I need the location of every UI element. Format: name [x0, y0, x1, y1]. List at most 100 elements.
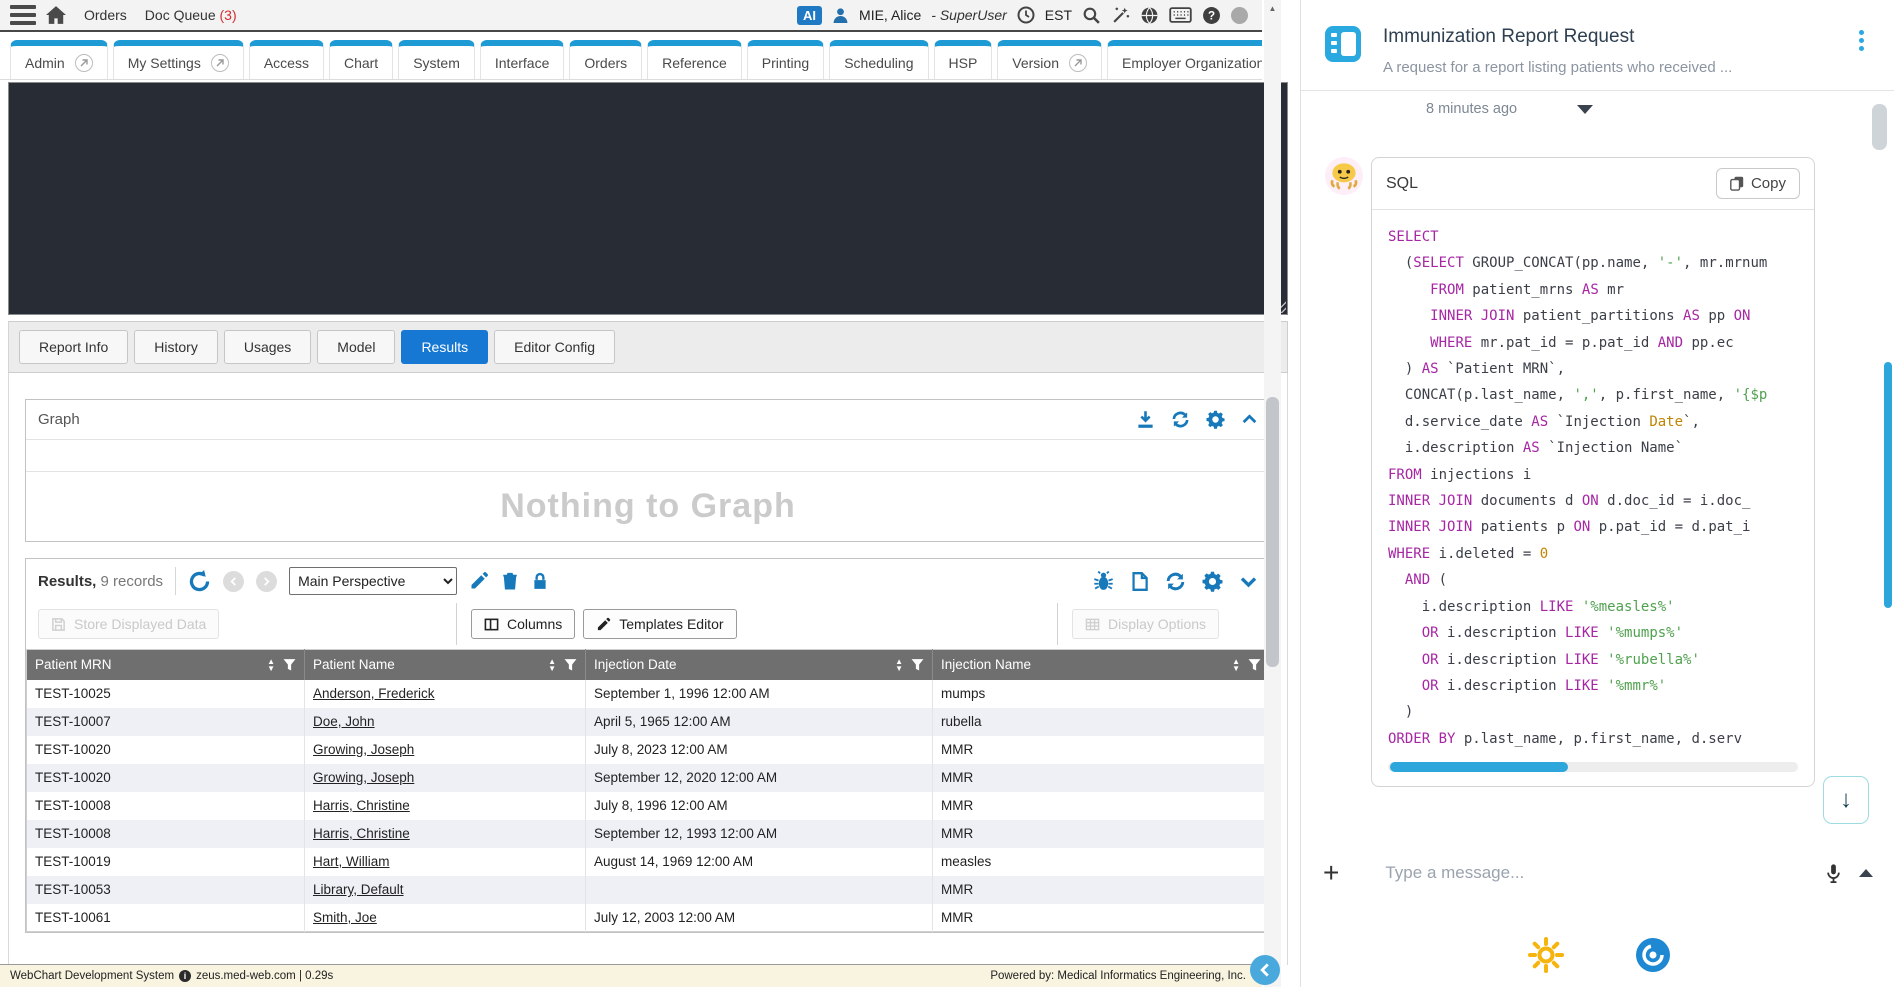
tab-editor-config[interactable]: Editor Config: [494, 330, 615, 364]
results-settings-icon[interactable]: [1202, 571, 1223, 592]
nav-tab-my-settings[interactable]: My Settings: [113, 40, 244, 79]
external-link-icon[interactable]: [75, 54, 93, 72]
add-attachment-button[interactable]: +: [1323, 859, 1339, 887]
templates-editor-button[interactable]: Templates Editor: [583, 609, 736, 639]
undo-icon[interactable]: [188, 570, 211, 593]
collapse-thread-icon[interactable]: [1577, 105, 1593, 114]
store-displayed-data-button[interactable]: Store Displayed Data: [38, 609, 219, 639]
chat-menu-icon[interactable]: [1853, 26, 1870, 76]
nav-tab-employer-organizations[interactable]: Employer Organizations: [1107, 40, 1262, 79]
tab-usages[interactable]: Usages: [224, 330, 311, 364]
column-header-patient-mrn[interactable]: Patient MRN ▲▼: [27, 650, 305, 680]
prev-page-button[interactable]: [223, 571, 244, 592]
nav-tab-chart[interactable]: Chart: [329, 40, 393, 79]
scrollbar-up-arrow[interactable]: ▲: [1264, 0, 1281, 17]
display-options-label: Display Options: [1108, 616, 1206, 632]
filter-icon[interactable]: [1248, 658, 1261, 671]
patient-name-link[interactable]: Growing, Joseph: [313, 770, 414, 785]
report-editor-area[interactable]: [8, 82, 1288, 315]
external-link-icon[interactable]: [211, 54, 229, 72]
patient-name-link[interactable]: Harris, Christine: [313, 798, 410, 813]
sort-icon[interactable]: ▲▼: [1232, 658, 1240, 672]
nav-tab-reference[interactable]: Reference: [647, 40, 742, 79]
lock-icon[interactable]: [531, 571, 549, 591]
patient-name-link[interactable]: Anderson, Frederick: [313, 686, 435, 701]
chat-scrollbar-thumb[interactable]: [1884, 362, 1892, 608]
delete-perspective-icon[interactable]: [501, 571, 519, 591]
doc-queue-label: Doc Queue: [145, 7, 216, 23]
nav-tab-admin[interactable]: Admin: [10, 40, 108, 79]
hamburger-menu-icon[interactable]: [10, 5, 36, 25]
copy-button[interactable]: Copy: [1716, 168, 1800, 199]
globe-icon[interactable]: [1140, 6, 1159, 25]
chat-panel-toggle-button[interactable]: [1250, 955, 1280, 985]
expand-results-icon[interactable]: [1239, 572, 1258, 591]
nav-tab-interface[interactable]: Interface: [480, 40, 564, 79]
scroll-to-bottom-button[interactable]: ↓: [1823, 776, 1869, 824]
magic-wand-icon[interactable]: [1111, 6, 1130, 25]
nav-tab-access[interactable]: Access: [249, 40, 324, 79]
next-page-button[interactable]: [256, 571, 277, 592]
collapse-panel-icon[interactable]: [1241, 411, 1258, 428]
tab-results[interactable]: Results: [401, 330, 488, 364]
home-icon[interactable]: [46, 6, 66, 24]
sql-horizontal-scrollbar[interactable]: [1388, 762, 1798, 772]
sql-code[interactable]: SELECT (SELECT GROUP_CONCAT(pp.name, '-'…: [1372, 210, 1814, 752]
gear-icon[interactable]: [1206, 410, 1225, 429]
cell-patient-name: Anderson, Frederick: [305, 680, 586, 708]
tab-model[interactable]: Model: [317, 330, 395, 364]
nav-tab-version[interactable]: Version: [997, 40, 1102, 79]
column-header-injection-date[interactable]: Injection Date ▲▼: [586, 650, 933, 680]
message-input[interactable]: [1383, 862, 1814, 884]
search-icon[interactable]: [1082, 6, 1101, 25]
patient-name-link[interactable]: Hart, William: [313, 854, 390, 869]
code-line: WHERE mr.pat_id = p.pat_id AND pp.ec: [1388, 330, 1814, 356]
column-header-injection-name[interactable]: Injection Name ▲▼: [933, 650, 1270, 680]
user-name[interactable]: MIE, Alice: [859, 7, 921, 23]
keyboard-icon[interactable]: [1169, 7, 1192, 23]
columns-button[interactable]: Columns: [471, 609, 575, 639]
patient-name-link[interactable]: Library, Default: [313, 882, 404, 897]
perspective-select[interactable]: Main Perspective: [289, 567, 457, 595]
sort-icon[interactable]: ▲▼: [267, 658, 275, 672]
panel-tabs: Report InfoHistoryUsagesModelResultsEdit…: [8, 321, 1288, 373]
nav-tab-orders[interactable]: Orders: [569, 40, 642, 79]
panel-scrollbar-thumb[interactable]: [1872, 104, 1887, 150]
info-icon[interactable]: i: [179, 970, 191, 982]
sort-icon[interactable]: ▲▼: [548, 658, 556, 672]
column-header-patient-name[interactable]: Patient Name ▲▼: [305, 650, 586, 680]
code-line: CONCAT(p.last_name, ',', p.first_name, '…: [1388, 382, 1814, 408]
patient-name-link[interactable]: Growing, Joseph: [313, 742, 414, 757]
filter-icon[interactable]: [283, 658, 296, 671]
sort-icon[interactable]: ▲▼: [895, 658, 903, 672]
refresh-icon[interactable]: [1171, 410, 1190, 429]
timezone-label[interactable]: EST: [1045, 7, 1072, 23]
nav-tab-printing[interactable]: Printing: [747, 40, 824, 79]
nav-tab-hsp[interactable]: HSP: [934, 40, 993, 79]
external-link-icon[interactable]: [1069, 54, 1087, 72]
patient-name-link[interactable]: Doe, John: [313, 714, 375, 729]
microphone-icon[interactable]: [1824, 863, 1843, 884]
patient-name-link[interactable]: Smith, Joe: [313, 910, 377, 925]
collapse-input-icon[interactable]: [1859, 869, 1873, 877]
breadcrumb-orders[interactable]: Orders: [84, 7, 127, 23]
nav-tab-system[interactable]: System: [398, 40, 475, 79]
help-icon[interactable]: ?: [1202, 6, 1221, 25]
app-scrollbar[interactable]: ▲: [1264, 0, 1281, 987]
tab-report-info[interactable]: Report Info: [19, 330, 128, 364]
scrollbar-thumb[interactable]: [1266, 397, 1279, 667]
ai-badge[interactable]: AI: [797, 6, 822, 25]
refresh-results-icon[interactable]: [1165, 571, 1186, 592]
nav-tab-scheduling[interactable]: Scheduling: [829, 40, 928, 79]
export-file-icon[interactable]: [1130, 571, 1149, 592]
display-options-button[interactable]: Display Options: [1072, 609, 1219, 639]
filter-icon[interactable]: [911, 658, 924, 671]
debug-icon[interactable]: [1093, 571, 1114, 592]
patient-name-link[interactable]: Harris, Christine: [313, 826, 410, 841]
sql-horizontal-scrollbar-thumb[interactable]: [1390, 762, 1568, 772]
filter-icon[interactable]: [564, 658, 577, 671]
download-icon[interactable]: [1136, 410, 1155, 429]
breadcrumb-doc-queue[interactable]: Doc Queue (3): [145, 7, 237, 23]
edit-perspective-icon[interactable]: [469, 571, 489, 591]
tab-history[interactable]: History: [134, 330, 218, 364]
